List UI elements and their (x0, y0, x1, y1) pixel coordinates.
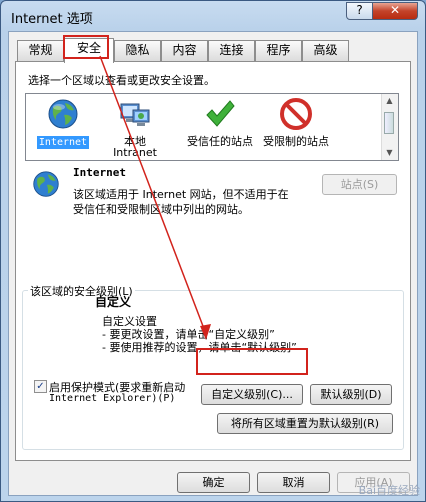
zone-list-scrollbar[interactable]: ▲ ▼ (381, 94, 398, 160)
zone-local-intranet[interactable]: 本地 Intranet (102, 96, 168, 158)
security-tab-panel: 选择一个区域以查看或更改安全设置。 Internet 本地 Intranet 受… (15, 61, 411, 461)
tab-general[interactable]: 常规 (17, 40, 64, 61)
scroll-thumb[interactable] (384, 112, 394, 134)
zone-trusted-sites[interactable]: 受信任的站点 (182, 96, 258, 158)
dialog-client-area: 常规 安全 隐私 内容 连接 程序 高级 选择一个区域以查看或更改安全设置。 I… (8, 31, 418, 496)
zones-prompt: 选择一个区域以查看或更改安全设置。 (28, 74, 215, 87)
zone-trusted-label: 受信任的站点 (187, 135, 253, 148)
zone-description-line2: 受信任和受限制区域中列出的网站。 (73, 203, 249, 216)
globe-icon (33, 171, 59, 197)
zone-intranet-label: 本地 Intranet (113, 135, 157, 159)
zone-title: Internet (73, 166, 126, 179)
tab-content[interactable]: 内容 (161, 40, 208, 61)
reset-all-zones-button[interactable]: 将所有区域重置为默认级别(R) (217, 413, 393, 434)
zone-restricted-label: 受限制的站点 (263, 135, 329, 148)
zone-list[interactable]: Internet 本地 Intranet 受信任的站点 受限制的站点 ▲ ▼ (25, 93, 399, 161)
tab-programs[interactable]: 程序 (255, 40, 302, 61)
tab-security[interactable]: 安全 (64, 38, 114, 63)
protected-mode-checkbox[interactable]: ✓ (34, 380, 47, 393)
zone-restricted-sites[interactable]: 受限制的站点 (258, 96, 334, 158)
default-level-button[interactable]: 默认级别(D) (310, 384, 392, 405)
zone-internet-label: Internet (36, 136, 90, 149)
checkmark-icon (206, 100, 235, 127)
internet-options-dialog: Internet 选项 ? ✕ 常规 安全 隐私 内容 连接 程序 高级 选择一… (0, 0, 426, 502)
security-level-name: 自定义 (95, 295, 132, 309)
globe-icon (48, 99, 78, 129)
ok-button[interactable]: 确定 (177, 472, 250, 493)
help-button[interactable]: ? (346, 2, 373, 20)
intranet-icon (120, 103, 150, 126)
tab-connections[interactable]: 连接 (208, 40, 255, 61)
scroll-down-icon[interactable]: ▼ (382, 146, 397, 160)
no-entry-icon (280, 98, 312, 130)
tab-privacy[interactable]: 隐私 (114, 40, 161, 61)
sites-button[interactable]: 站点(S) (322, 174, 397, 195)
tab-advanced[interactable]: 高级 (302, 40, 349, 61)
title-bar[interactable]: Internet 选项 ? ✕ (1, 1, 425, 31)
cancel-button[interactable]: 取消 (257, 472, 330, 493)
custom-level-button[interactable]: 自定义级别(C)... (201, 384, 303, 405)
zone-internet[interactable]: Internet (30, 96, 96, 158)
close-button[interactable]: ✕ (372, 2, 418, 20)
zone-description-line1: 该区域适用于 Internet 网站，但不适用于在 (73, 188, 289, 201)
security-level-line3: - 要使用推荐的设置，请单击“默认级别” (102, 341, 297, 354)
scroll-up-icon[interactable]: ▲ (382, 94, 397, 108)
protected-mode-label-line2: Internet Explorer)(P) (49, 393, 176, 404)
watermark-text: Bai百度经验 (358, 484, 420, 497)
window-title: Internet 选项 (11, 12, 93, 27)
